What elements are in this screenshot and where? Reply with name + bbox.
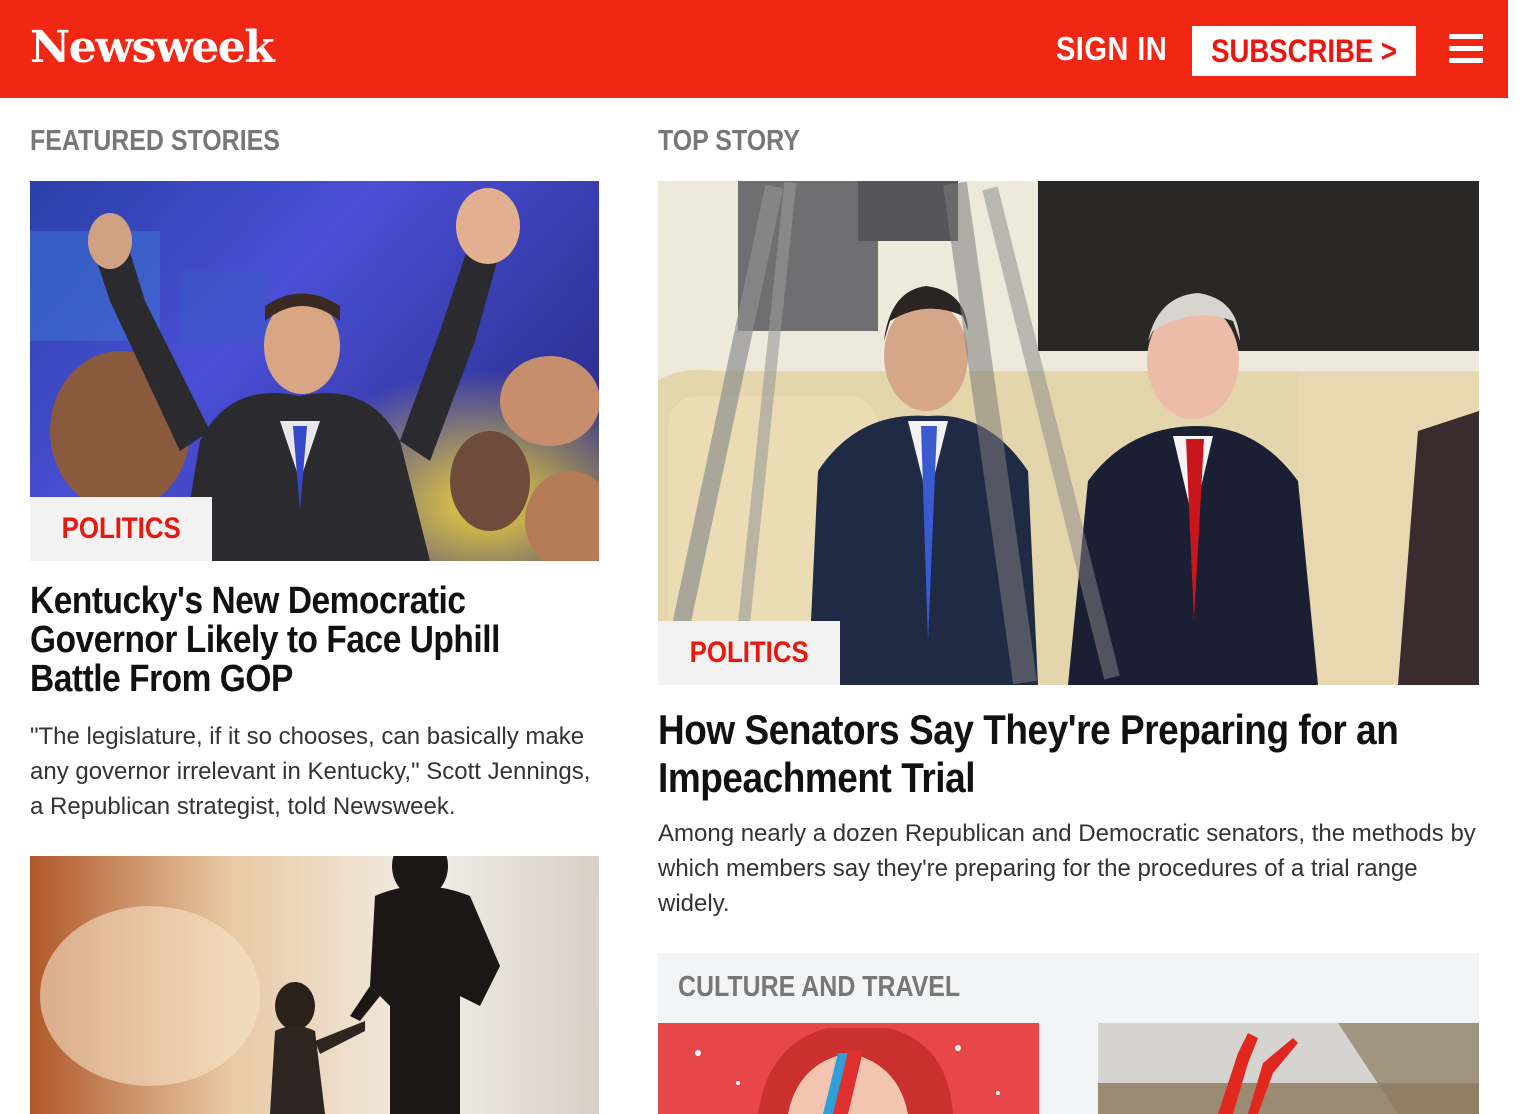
subscribe-button[interactable]: SUBSCRIBE > xyxy=(1192,26,1416,76)
top-story-heading: TOP STORY xyxy=(658,125,800,157)
politics-tag[interactable]: POLITICS xyxy=(658,621,840,685)
subscribe-label: SUBSCRIBE > xyxy=(1211,32,1397,69)
politics-tag[interactable]: POLITICS xyxy=(30,497,212,561)
kentucky-governor-photo[interactable]: POLITICS xyxy=(30,181,599,561)
site-header: Newsweek SIGN IN SUBSCRIBE > xyxy=(0,0,1508,98)
parent-child-photo[interactable] xyxy=(30,856,599,1114)
hamburger-menu-icon[interactable] xyxy=(1449,34,1483,64)
featured-stories-heading: FEATURED STORIES xyxy=(30,125,280,157)
featured-dek-kentucky: "The legislature, if it so chooses, can … xyxy=(30,723,591,820)
bowie-illustration[interactable] xyxy=(658,1023,1039,1114)
sign-in-link[interactable]: SIGN IN xyxy=(1056,30,1167,68)
featured-headline-kentucky[interactable]: Kentucky's New Democratic Governor Likel… xyxy=(30,582,593,699)
culture-and-travel-heading: CULTURE AND TRAVEL xyxy=(678,971,961,1003)
newsweek-logo[interactable]: Newsweek xyxy=(30,22,275,73)
top-story-dek: Among nearly a dozen Republican and Demo… xyxy=(658,820,1476,917)
top-story-headline[interactable]: How Senators Say They're Preparing for a… xyxy=(658,706,1450,802)
red-sculpture-photo[interactable] xyxy=(1098,1023,1479,1114)
senators-photo[interactable]: POLITICS xyxy=(658,181,1479,685)
culture-and-travel-section: CULTURE AND TRAVEL xyxy=(658,953,1479,1114)
